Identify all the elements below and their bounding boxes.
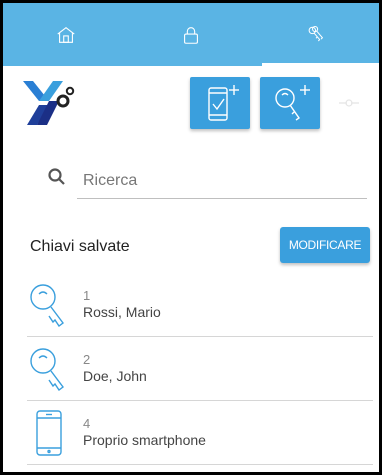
list-item[interactable]: 2 Doe, John [27,337,373,401]
list-item[interactable]: 1 Rossi, Mario [27,273,373,337]
home-icon [57,26,75,43]
tab-keys[interactable] [254,3,379,66]
key-icon [30,283,64,327]
tab-lock[interactable] [128,3,253,66]
keys-icon [308,25,324,41]
saved-keys-list: 1 Rossi, Mario 2 Doe, John 4 Proprio sma… [27,273,373,465]
key-id: 2 [83,352,91,367]
phone-add-icon [208,85,239,121]
edit-button[interactable]: MODIFICARE [280,227,370,263]
add-phone-button[interactable] [190,77,250,129]
search-icon [48,168,65,185]
lock-icon [184,26,198,44]
key-id: 1 [83,288,91,303]
key-name: Doe, John [83,368,147,384]
add-key-button[interactable] [260,77,320,129]
search-input[interactable] [77,163,367,199]
faded-icon [339,99,359,107]
key-name: Rossi, Mario [83,304,161,320]
key-icon [30,347,64,391]
app-logo [23,81,75,125]
tab-bar [3,3,379,66]
smartphone-icon [36,409,62,456]
tab-home[interactable] [3,3,128,66]
saved-keys-title: Chiavi salvate [30,238,130,255]
key-name: Proprio smartphone [83,432,206,448]
app-frame: Chiavi salvate MODIFICARE 1 Rossi, Mario [0,0,382,475]
list-item[interactable]: 4 Proprio smartphone [27,401,373,465]
key-add-icon [275,85,310,121]
key-id: 4 [83,416,91,431]
